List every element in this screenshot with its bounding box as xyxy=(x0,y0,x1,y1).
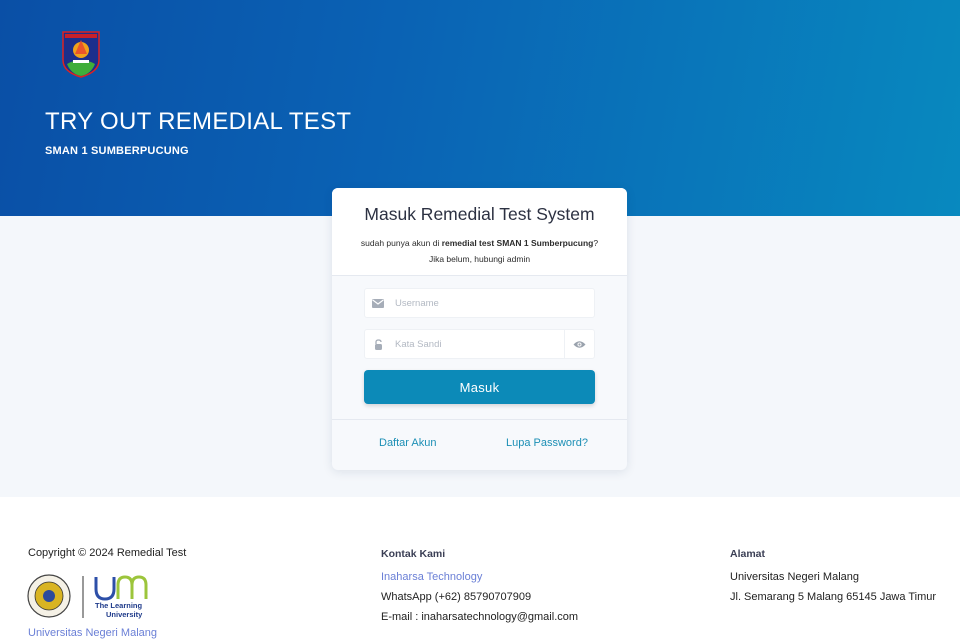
copyright-text: Copyright © 2024 Remedial Test xyxy=(28,547,187,559)
username-field xyxy=(364,288,595,318)
page-subtitle: SMAN 1 SUMBERPUCUNG xyxy=(45,145,189,157)
username-input[interactable] xyxy=(395,295,565,311)
company-link[interactable]: Inaharsa Technology xyxy=(381,571,482,583)
login-desc-line2: Jika belum, hubungi admin xyxy=(428,254,531,264)
page-title: TRY OUT REMEDIAL TEST xyxy=(45,108,352,135)
um-university-logo: The Learning University xyxy=(27,574,148,619)
university-name: Universitas Negeri Malang xyxy=(28,627,157,639)
email-text: E-mail : inaharsatechnology@gmail.com xyxy=(381,611,579,623)
address-heading: Alamat xyxy=(730,548,766,560)
contact-heading: Kontak Kami xyxy=(381,548,446,560)
envelope-icon xyxy=(365,289,391,317)
login-desc-suffix: ? xyxy=(593,238,599,248)
register-link[interactable]: Daftar Akun xyxy=(379,437,436,449)
lock-icon xyxy=(365,330,391,358)
login-card-header: Masuk Remedial Test System sudah punya a… xyxy=(332,188,627,276)
login-desc-prefix: sudah punya akun di xyxy=(360,238,442,248)
address-line2: Jl. Semarang 5 Malang 65145 Jawa Timur xyxy=(730,591,937,603)
logo-caption-line2: University xyxy=(106,610,143,619)
login-button[interactable]: Masuk xyxy=(364,370,595,404)
login-desc-bold: remedial test SMAN 1 Sumberpucung xyxy=(441,238,594,248)
whatsapp-text: WhatsApp (+62) 85790707909 xyxy=(381,591,532,603)
forgot-password-link[interactable]: Lupa Password? xyxy=(506,437,588,449)
school-emblem-icon xyxy=(62,31,100,78)
address-line1: Universitas Negeri Malang xyxy=(730,571,859,583)
login-title: Masuk Remedial Test System xyxy=(364,204,595,224)
password-field xyxy=(364,329,595,359)
eye-icon[interactable] xyxy=(564,330,594,358)
hero-banner: TRY OUT REMEDIAL TEST SMAN 1 SUMBERPUCUN… xyxy=(0,0,960,216)
login-description: sudah punya akun di remedial test SMAN 1… xyxy=(332,235,627,267)
password-input[interactable] xyxy=(395,336,565,352)
card-divider xyxy=(332,419,627,420)
logo-caption-line1: The Learning xyxy=(95,601,143,610)
